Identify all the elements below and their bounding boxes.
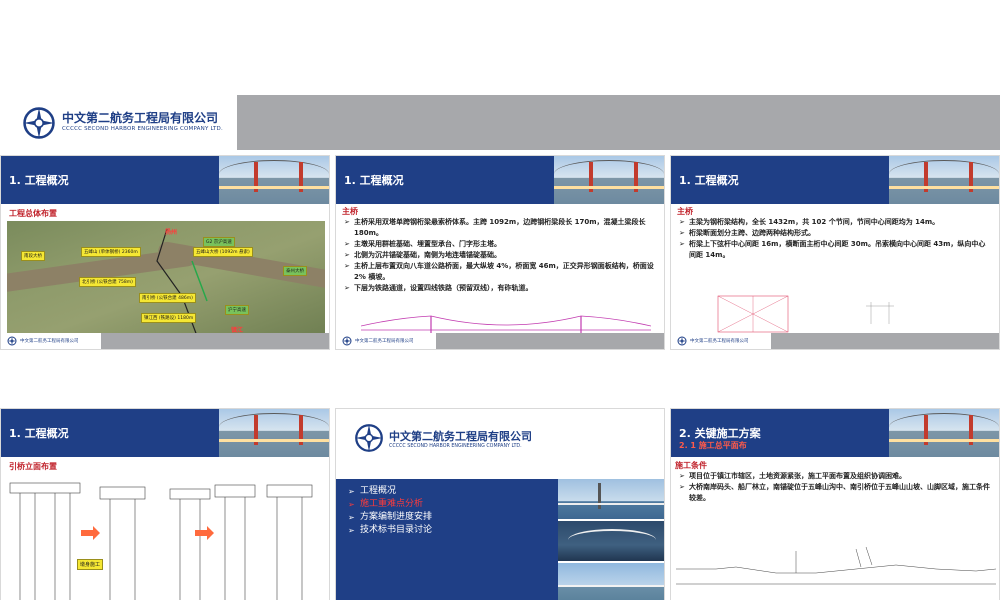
- bullet-list: 主桥采用双塔单跨钢桁梁悬索桥体系。主跨 1092m，边跨钢桁梁段长 170m，混…: [344, 217, 656, 294]
- company-logo-icon: [677, 336, 687, 346]
- callout-label: 墩身施工: [77, 559, 104, 570]
- slide-title: 1. 工程概况: [9, 427, 69, 440]
- slide-footer: 中文第二航务工程局有限公司: [336, 333, 664, 349]
- slide-subtitle: 引桥立面布置: [9, 462, 57, 471]
- map-label: 南段大桥: [21, 251, 45, 261]
- slide-subtitle: 工程总体布置: [9, 209, 57, 218]
- slide-subtitle: 主桥: [677, 207, 693, 216]
- approach-bridge-elevation: [9, 482, 313, 600]
- agenda-item-active[interactable]: 施工重难点分析: [348, 498, 558, 511]
- slide-thumbnail-5[interactable]: 中文第二航务工程局有限公司 CCCCC SECOND HARBOR ENGINE…: [335, 408, 665, 600]
- truss-cross-section: [717, 295, 894, 333]
- bridge-photo: [219, 409, 329, 457]
- agenda-panel: 工程概况 施工重难点分析 方案编制进度安排 技术标书目录讨论: [336, 479, 558, 600]
- agenda-item[interactable]: 工程概况: [348, 485, 558, 498]
- company-name-en: CCCCC SECOND HARBOR ENGINEERING COMPANY …: [62, 126, 223, 132]
- slide-thumbnail-2[interactable]: 1. 工程概况 主桥 主桥采用双塔单跨钢桁梁悬索桥体系。主跨 1092m，边跨钢…: [335, 155, 665, 350]
- section-label: 2. 1 施工总平面布: [679, 441, 747, 450]
- bridge-photo: [558, 563, 664, 600]
- slide-thumbnail-4[interactable]: 1. 工程概况 引桥立面布置 墩身施工: [0, 408, 330, 600]
- satellite-map: G2 京沪高速 南段大桥 五峰山 (单体钢桥) 2360m 五峰山大桥 (109…: [7, 221, 325, 336]
- map-label: 五峰山大桥 (1092m 悬索): [193, 247, 253, 257]
- company-name-cn: 中文第二航务工程局有限公司: [62, 111, 219, 125]
- slide-header: 1. 工程概况: [671, 156, 999, 204]
- slide-title: 2. 关键施工方案: [679, 427, 761, 440]
- bullet-item: 项目位于镇江市辖区，土地资源紧张，施工平面布置及组织协调困难。: [679, 471, 991, 482]
- slide-header: 1. 工程概况: [1, 409, 329, 457]
- bullet-item: 主梁为钢桁梁结构，全长 1432m，共 102 个节间，节间中心间距均为 14m…: [679, 217, 991, 228]
- map-label: 沪宁高速: [225, 305, 249, 315]
- bullet-item: 主桥上层布置双向八车道公路桥面，最大纵坡 4%，桥面宽 46m，正交异形钢面板结…: [344, 261, 656, 283]
- bridge-photo: [219, 156, 329, 204]
- bridge-photo: [889, 156, 999, 204]
- site-layout-section: [676, 546, 996, 585]
- slide-sorter-view: 中文第二航务工程局有限公司 CCCCC SECOND HARBOR ENGINE…: [0, 0, 1000, 600]
- bullet-item: 主桥采用双塔单跨钢桁梁悬索桥体系。主跨 1092m，边跨钢桁梁段长 170m，混…: [344, 217, 656, 239]
- slide-subtitle: 施工条件: [675, 461, 707, 470]
- company-logo: 中文第二航务工程局有限公司 CCCCC SECOND HARBOR ENGINE…: [0, 95, 237, 150]
- agenda-item[interactable]: 技术标书目录讨论: [348, 524, 558, 537]
- slide-header: 1. 工程概况: [1, 156, 329, 204]
- slide-thumbnail-1[interactable]: 1. 工程概况 工程总体布置 G2 京沪高速 南段大桥 五峰山 (单体钢桥) 2…: [0, 155, 330, 350]
- bullet-item: 下层为铁路通道，设置四线铁路（预留双线），有砟轨道。: [344, 283, 656, 294]
- slide-footer: 中文第二航务工程局有限公司: [1, 333, 329, 349]
- slide-header: 1. 工程概况: [336, 156, 664, 204]
- footer-company-name: 中文第二航务工程局有限公司: [355, 339, 414, 344]
- bullet-list: 项目位于镇江市辖区，土地资源紧张，施工平面布置及组织协调困难。 大桥南岸码头、船…: [679, 471, 991, 504]
- bullet-item: 桁梁上下弦杆中心间距 16m，横断面主桁中心间距 30m。吊索横向中心间距 43…: [679, 239, 991, 261]
- map-label: 镇江西 (铁路设) 1180m: [141, 313, 197, 323]
- slide-footer: 中文第二航务工程局有限公司: [671, 333, 999, 349]
- slide-thumbnail-6[interactable]: 2. 关键施工方案 2. 1 施工总平面布 施工条件 项目位于镇江市辖区，土地资…: [670, 408, 1000, 600]
- company-logo-icon: [23, 106, 55, 139]
- slide-title: 1. 工程概况: [344, 174, 404, 187]
- company-name-cn: 中文第二航务工程局有限公司: [389, 429, 532, 443]
- map-label: 泰州大桥: [283, 266, 307, 276]
- slide-thumbnail-3[interactable]: 1. 工程概况 主桥 主梁为钢桁梁结构，全长 1432m，共 102 个节间，节…: [670, 155, 1000, 350]
- bridge-photo: [558, 521, 664, 561]
- footer-company-name: 中文第二航务工程局有限公司: [20, 339, 79, 344]
- company-logo-icon: [7, 336, 17, 346]
- map-label: 北引桥 (公铁合建 758m): [79, 277, 136, 287]
- bullet-item: 桁梁断面划分主跨、边跨两种结构形式。: [679, 228, 991, 239]
- map-label: G2 京沪高速: [203, 237, 235, 247]
- slide-subtitle: 主桥: [342, 207, 358, 216]
- map-label: 南引桥 (公铁合建 486m): [139, 293, 196, 303]
- slide-title: 1. 工程概况: [9, 174, 69, 187]
- bridge-photo: [889, 409, 999, 457]
- slide-title: 1. 工程概况: [679, 174, 739, 187]
- bullet-item: 大桥南岸码头、船厂林立，南锚碇位于五峰山沟中、南引桥位于五峰山山坡、山脚区域，施…: [679, 482, 991, 504]
- company-name-en: CCCCC SECOND HARBOR ENGINEERING COMPANY …: [389, 443, 522, 449]
- slide-header: 2. 关键施工方案 2. 1 施工总平面布: [671, 409, 999, 457]
- bullet-list: 主梁为钢桁梁结构，全长 1432m，共 102 个节间，节间中心间距均为 14m…: [679, 217, 991, 261]
- bullet-item: 北侧为沉井锚碇基础，南侧为地连墙锚碇基础。: [344, 250, 656, 261]
- company-logo: 中文第二航务工程局有限公司 CCCCC SECOND HARBOR ENGINE…: [354, 423, 532, 453]
- footer-company-name: 中文第二航务工程局有限公司: [690, 339, 749, 344]
- company-logo-icon: [342, 336, 352, 346]
- agenda-item[interactable]: 方案编制进度安排: [348, 511, 558, 524]
- bridge-photo: [554, 156, 664, 204]
- city-label: 扬州: [165, 229, 178, 236]
- bridge-photo: [558, 479, 664, 519]
- top-banner: 中文第二航务工程局有限公司 CCCCC SECOND HARBOR ENGINE…: [0, 95, 1000, 150]
- company-logo-icon: [355, 424, 383, 452]
- bullet-item: 主墩采用群桩基础、埋置型承台、门字形主塔。: [344, 239, 656, 250]
- map-label: 五峰山 (单体钢桥) 2360m: [81, 247, 141, 257]
